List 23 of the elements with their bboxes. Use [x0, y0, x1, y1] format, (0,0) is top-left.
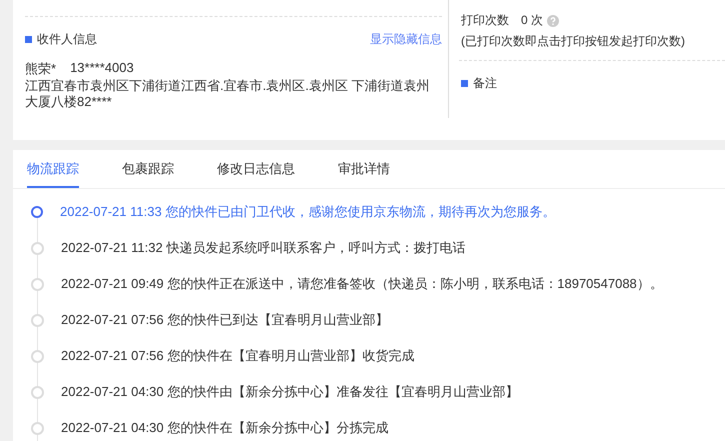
help-icon[interactable]: [547, 14, 560, 26]
print-count-label: 打印次数: [461, 12, 509, 29]
recipient-phone: 13****4003: [70, 60, 134, 77]
print-count-value: 0 次: [521, 12, 544, 29]
timeline-entry: 2022-07-21 04:30 您的快件在【新余分拣中心】分拣完成: [61, 419, 388, 437]
recipient-name: 熊荣*: [25, 60, 56, 78]
tab[interactable]: 包裹跟踪: [122, 150, 174, 188]
section-title: 收件人信息: [37, 31, 97, 48]
print-count-note: (已打印次数即点击打印按钮发起打印次数): [461, 33, 686, 50]
timeline-entry: 2022-07-21 07:56 您的快件已到达【宜春明月山营业部】: [61, 311, 388, 329]
timeline-entry: 2022-07-21 09:49 您的快件正在派送中，请您准备签收（快递员：陈小明，联系电话：18970547088）。: [61, 275, 663, 293]
tab[interactable]: 物流跟踪: [27, 150, 79, 188]
tab[interactable]: 修改日志信息: [217, 150, 295, 188]
timeline-entry: 2022-07-21 07:56 您的快件在【宜春明月山营业部】收货完成: [61, 347, 414, 365]
timeline-entry: 2022-07-21 11:32 快递员发起系统呼叫联系客户，呼叫方式：拨打电话: [61, 239, 466, 257]
toggle-hidden-info-link[interactable]: 显示隐藏信息: [370, 31, 442, 48]
timeline-entry: 2022-07-21 04:30 您的快件由【新余分拣中心】准备发往【宜春明月山营业部】: [61, 383, 518, 401]
section-title: 备注: [473, 75, 497, 92]
timeline-entry: 2022-07-21 11:33 您的快件已由门卫代收，感谢您使用京东物流，期待再次为您服务。: [60, 203, 556, 221]
section-marker-icon: [461, 80, 468, 87]
section-marker-icon: [25, 36, 32, 43]
recipient-address: 江西宜春市袁州区下浦街道江西省.宜春市.袁州区.袁州区 下浦街道袁州大厦八楼82****: [25, 78, 430, 110]
tab[interactable]: 审批详情: [338, 150, 390, 188]
